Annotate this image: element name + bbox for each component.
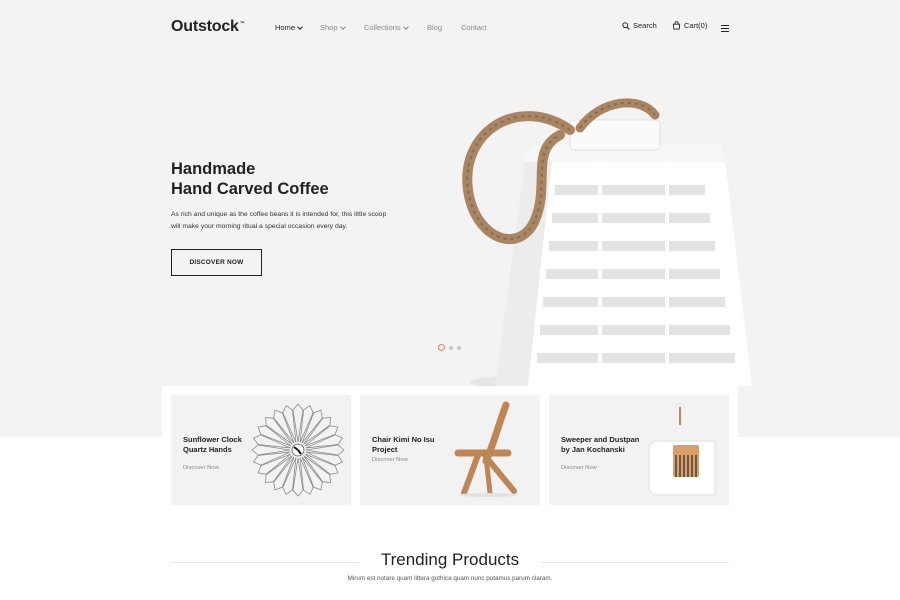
search-label: Search [633, 21, 657, 30]
cart-icon [672, 21, 681, 30]
section-subtitle: Mirum est notare quam littera gothica qu… [347, 575, 553, 582]
chair-image [454, 401, 518, 497]
hero-description: As rich and unique as the coffee beans i… [171, 211, 387, 230]
lantern-image [462, 98, 752, 390]
hero-title: Handmade Hand Carved Coffee [171, 160, 329, 198]
site-logo[interactable]: Outstock™ [171, 18, 245, 36]
nav-item-blog[interactable]: Blog [427, 23, 442, 32]
site-header: Outstock™ Home Shop Collections Blog Con… [0, 0, 900, 56]
search-icon [622, 21, 630, 30]
discover-now-button[interactable]: DISCOVER NOW [171, 249, 262, 276]
hamburger-menu-icon[interactable] [721, 25, 729, 34]
chevron-down-icon [297, 23, 303, 30]
slider-dot-1[interactable] [438, 344, 445, 351]
chevron-down-icon [402, 23, 409, 30]
sunflower-clock-image [251, 403, 345, 497]
nav-item-shop[interactable]: Shop [320, 23, 346, 32]
discover-now-link[interactable]: Discover Now [183, 465, 219, 471]
slider-dot-2[interactable] [449, 345, 453, 350]
nav-item-collections[interactable]: Collections [364, 23, 409, 32]
cart-button[interactable]: Cart(0) [672, 21, 707, 30]
banner-card-sunflower-clock[interactable]: Sunflower Clock Quartz Hands Discover No… [171, 395, 351, 505]
nav-item-home[interactable]: Home [275, 23, 303, 32]
banner-card-sweeper[interactable]: Sweeper and Dustpan by Jan Kochanski Dis… [549, 395, 729, 505]
banner-card-chair[interactable]: Chair Kimi No Isu Project Discover Now [360, 395, 540, 505]
cart-label: Cart(0) [684, 21, 708, 30]
section-title: Trending Products [380, 550, 520, 569]
hero-slider-dots [438, 344, 461, 351]
slider-dot-3[interactable] [457, 345, 461, 350]
chevron-down-icon [339, 23, 346, 30]
search-button[interactable]: Search [622, 21, 657, 30]
sweeper-dustpan-image [648, 403, 716, 496]
nav-item-contact[interactable]: Contact [461, 23, 487, 32]
discover-now-link[interactable]: Discover Now [561, 465, 597, 471]
discover-now-link[interactable]: Discover Now [372, 457, 408, 463]
